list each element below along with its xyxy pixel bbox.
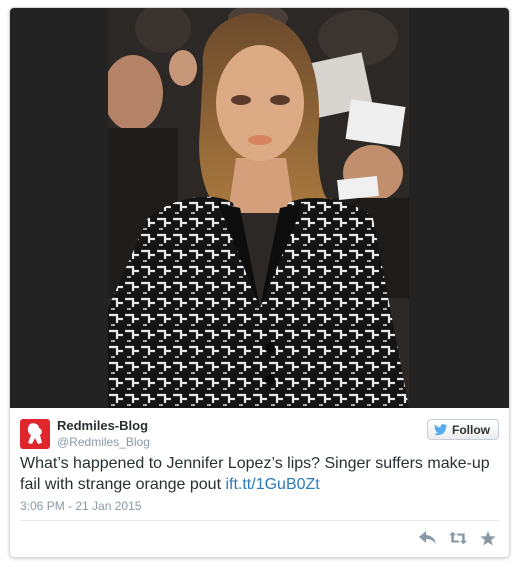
follow-button[interactable]: Follow <box>427 419 499 440</box>
reply-button[interactable] <box>419 530 437 546</box>
twitter-bird-icon <box>434 423 448 435</box>
follow-label: Follow <box>452 422 490 437</box>
favorite-button[interactable] <box>479 530 497 546</box>
tweet-photo[interactable] <box>108 8 409 408</box>
divider <box>20 520 499 521</box>
tweet-media[interactable] <box>10 8 509 408</box>
tweet-timestamp[interactable]: 3:06 PM - 21 Jan 2015 <box>20 499 141 513</box>
tweet-text: What’s happened to Jennifer Lopez’s lips… <box>20 453 500 495</box>
tweet-actions <box>419 530 497 546</box>
photo-illustration <box>108 8 409 408</box>
retweet-icon <box>449 531 467 545</box>
avatar-logo-icon <box>27 423 42 444</box>
tweet-card: Redmiles-Blog @Redmiles_Blog Follow What… <box>9 7 510 558</box>
avatar[interactable] <box>20 419 50 449</box>
reply-icon <box>419 531 436 544</box>
author-handle[interactable]: @Redmiles_Blog <box>57 435 150 449</box>
author-name[interactable]: Redmiles-Blog <box>57 418 148 433</box>
tweet-link[interactable]: ift.tt/1GuB0Zt <box>225 476 319 493</box>
star-icon <box>480 530 496 545</box>
retweet-button[interactable] <box>449 530 467 546</box>
